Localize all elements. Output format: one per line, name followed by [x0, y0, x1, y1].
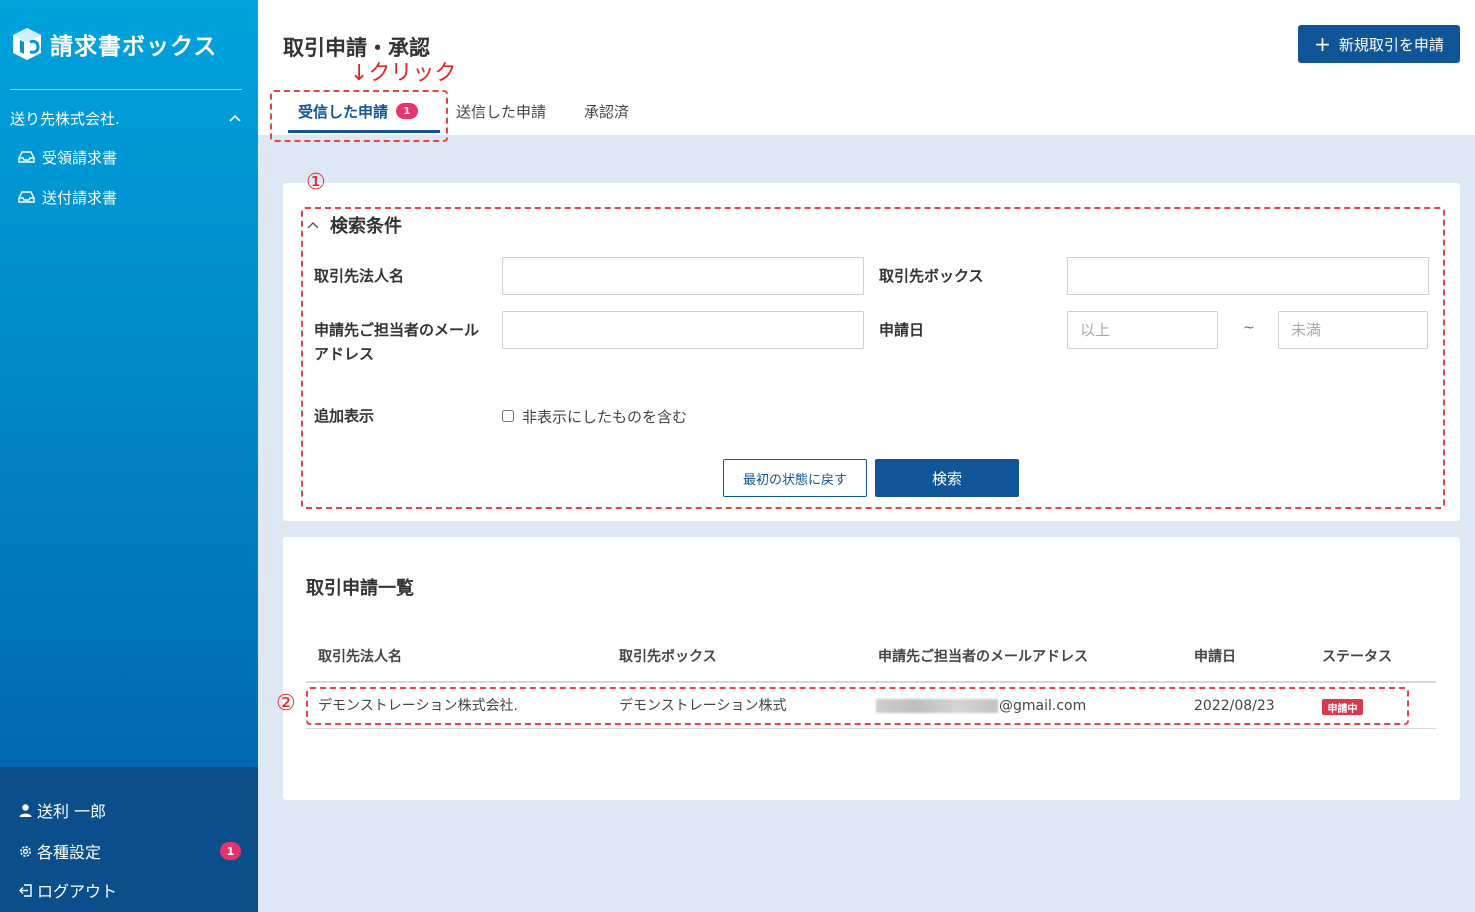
settings-badge: 1: [220, 842, 241, 860]
annotation-number-1: ①: [306, 170, 326, 195]
include-hidden-checkbox[interactable]: [502, 410, 514, 422]
email-input[interactable]: [502, 311, 864, 349]
reset-button[interactable]: 最初の状態に戻す: [723, 459, 867, 497]
annotation-box-tab: [270, 90, 448, 142]
extra-display-label: 追加表示: [314, 407, 375, 425]
sidebar-logout[interactable]: ログアウト: [18, 878, 117, 902]
sidebar-user[interactable]: 送利 一郎: [18, 798, 106, 822]
partner-name-label: 取引先法人名: [314, 267, 405, 285]
sidebar-item-sent-invoices[interactable]: 送付請求書: [18, 186, 117, 208]
chevron-up-icon: [307, 222, 319, 229]
logo[interactable]: 請求書ボックス: [10, 24, 217, 64]
column-header-date: 申請日: [1194, 649, 1236, 665]
annotation-number-2: ②: [276, 691, 296, 716]
email-label: 申請先ご担当者のメールアドレス: [314, 321, 480, 363]
sidebar-item-label: 送付請求書: [42, 188, 118, 207]
plus-icon: +: [1314, 32, 1331, 56]
search-button[interactable]: 検索: [875, 459, 1019, 497]
user-icon: [19, 803, 32, 817]
table-header-divider: [306, 681, 1436, 683]
list-title: 取引申請一覧: [306, 578, 414, 599]
date-separator: ~: [1243, 320, 1255, 336]
date-to-input[interactable]: [1278, 311, 1428, 349]
search-conditions-toggle[interactable]: 検索条件: [306, 213, 402, 237]
date-from-input[interactable]: [1067, 311, 1218, 349]
include-hidden-label: 非表示にしたものを含む: [522, 407, 688, 426]
logo-text: 請求書ボックス: [50, 34, 218, 60]
logout-icon: [19, 883, 32, 897]
include-hidden-option[interactable]: 非表示にしたものを含む: [502, 405, 687, 427]
logo-icon: [13, 28, 41, 60]
user-name: 送利 一郎: [37, 802, 107, 821]
list-card: [283, 537, 1460, 800]
logout-label: ログアウト: [37, 882, 118, 901]
inbox-icon: [18, 191, 35, 203]
sidebar: 請求書ボックス 送り先株式会社. 受領請求書 送付請求書 送利 一郎 各種設定 …: [0, 0, 258, 912]
sidebar-item-received-invoices[interactable]: 受領請求書: [18, 146, 117, 168]
tab-label: 承認済: [584, 102, 630, 121]
date-label: 申請日: [879, 321, 925, 339]
search-heading-label: 検索条件: [330, 216, 402, 237]
partner-name-input[interactable]: [502, 257, 864, 295]
partner-box-input[interactable]: [1067, 257, 1429, 295]
annotation-click: ↓クリック: [350, 61, 457, 86]
column-header-partner-name: 取引先法人名: [318, 649, 402, 665]
tab-approved[interactable]: 承認済: [584, 98, 629, 124]
sidebar-item-label: 受領請求書: [42, 148, 118, 167]
tab-label: 送信した申請: [456, 102, 547, 121]
column-header-email: 申請先ご担当者のメールアドレス: [878, 649, 1088, 665]
new-transaction-label: 新規取引を申請: [1338, 35, 1444, 54]
new-transaction-button[interactable]: + 新規取引を申請: [1298, 25, 1460, 63]
partner-box-label: 取引先ボックス: [879, 267, 984, 285]
sidebar-settings[interactable]: 各種設定: [18, 839, 101, 863]
chevron-up-icon: [229, 114, 241, 122]
settings-label: 各種設定: [37, 843, 102, 862]
inbox-icon: [18, 151, 35, 163]
column-header-partner-box: 取引先ボックス: [619, 649, 717, 665]
gear-icon: [20, 845, 31, 857]
sidebar-divider: [10, 89, 242, 90]
sidebar-company-name: 送り先株式会社.: [10, 109, 120, 128]
tab-sent[interactable]: 送信した申請: [456, 98, 546, 124]
sidebar-company-toggle[interactable]: 送り先株式会社.: [10, 106, 242, 130]
table-row[interactable]: [306, 687, 1409, 725]
column-header-status: ステータス: [1322, 649, 1392, 665]
table-row-divider: [306, 728, 1436, 729]
